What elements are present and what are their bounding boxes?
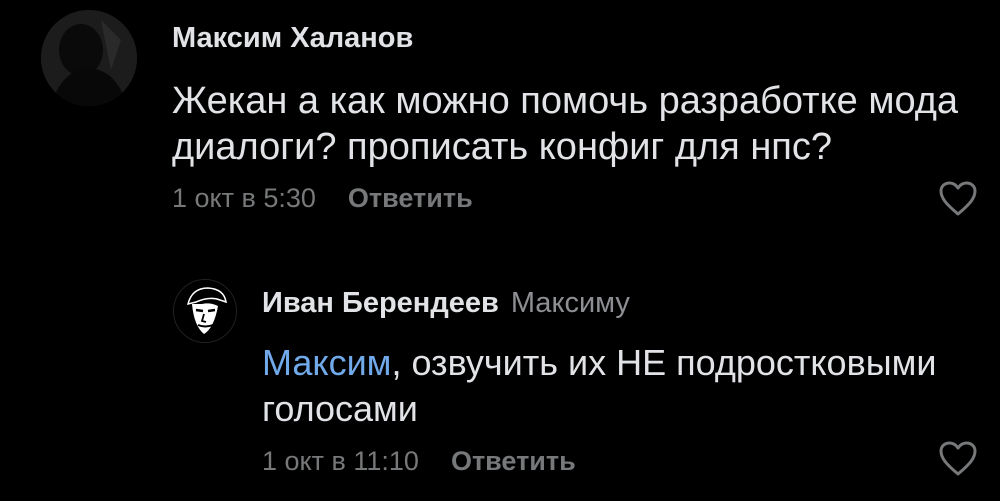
like-button[interactable] (938, 180, 978, 223)
comment: Максим Халанов Жекан а как можно помочь … (0, 0, 1000, 240)
comment-author: Иван Берендеев Максиму (262, 287, 630, 320)
reply-comment: Иван Берендеев Максиму Максим, озвучить и… (0, 260, 1000, 501)
heart-outline-icon (939, 181, 977, 216)
che-guevara-avatar-icon (174, 280, 236, 342)
comment-time[interactable]: 1 окт в 5:30 (172, 183, 316, 213)
comment-text: Максим, озвучить их НЕ подростковыми гол… (262, 340, 962, 432)
comment-meta: 1 окт в 11:10 Ответить (262, 446, 576, 477)
author-name[interactable]: Иван Берендеев (262, 287, 499, 319)
reply-to-label[interactable]: Максиму (511, 287, 630, 319)
comment-meta: 1 окт в 5:30 Ответить (172, 183, 473, 214)
comment-author[interactable]: Максим Халанов (172, 22, 413, 55)
reply-button[interactable]: Ответить (348, 183, 473, 213)
like-button[interactable] (938, 440, 978, 483)
mention-link[interactable]: Максим (262, 342, 391, 383)
user-avatar[interactable] (41, 10, 137, 106)
dark-figure-avatar-icon (41, 10, 137, 106)
user-avatar[interactable] (173, 279, 237, 343)
comment-text: Жекан а как можно помочь разработке мода… (172, 80, 959, 168)
reply-button[interactable]: Ответить (451, 446, 576, 476)
comment-time[interactable]: 1 окт в 11:10 (262, 446, 419, 476)
heart-outline-icon (939, 441, 977, 476)
